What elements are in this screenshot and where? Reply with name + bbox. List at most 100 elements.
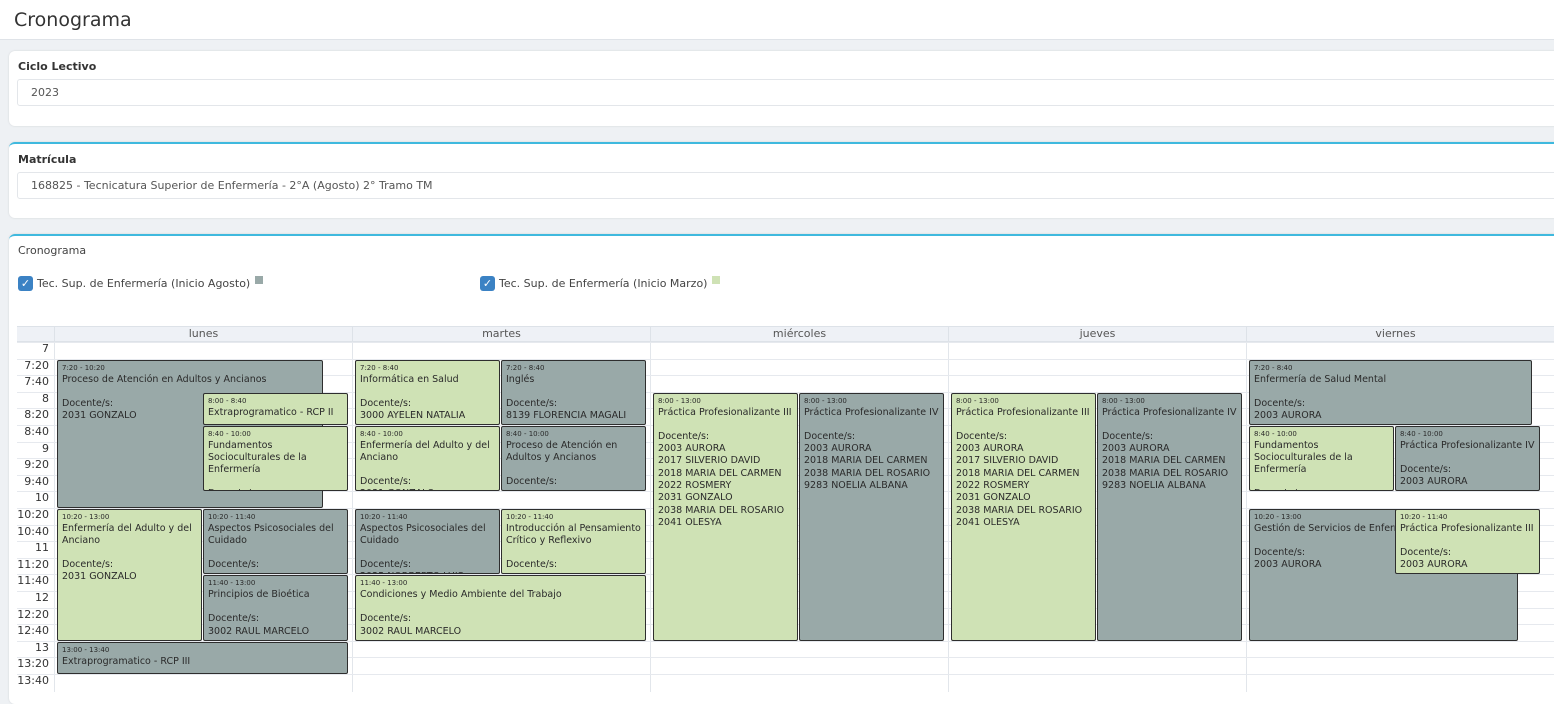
calendar-event[interactable]: 7:20 - 8:40 Informática en Salud Docente/s… [355,359,500,425]
event-time: 8:00 - 13:00 [1102,396,1145,405]
calendar-event[interactable]: 13:00 - 13:40 Extraprogramatico - RCP III… [57,641,348,674]
event-docentes-label: Docente/s: [1102,430,1154,442]
event-title: Aspectos Psicosociales del Cuidado [360,523,486,546]
calendar-event[interactable]: 10:20 - 13:00 Enfermería del Adulto y del… [57,509,202,641]
time-grid-line [17,674,1554,675]
time-label: 13:40 [17,674,49,687]
time-label: 10 [35,491,49,505]
event-docente: 2022 ROSMERY [658,479,732,491]
weekly-calendar: lunes martes miércoles jueves viernes 7 7:20 7… [17,326,1554,692]
calendar-event[interactable]: 10:20 - 11:40 Aspectos Psicosociales del … [355,509,500,575]
event-time: 8:00 - 8:40 [208,396,247,405]
event-title: Práctica Profesionalizante IV [1102,406,1237,418]
event-docente: 2038 MARIA DEL ROSARIO [658,504,785,516]
calendar-event[interactable]: 8:00 - 13:00 Práctica Profesionalizante I… [799,392,944,641]
event-time: 11:40 - 13:00 [208,579,256,588]
day-column-divider [1246,342,1247,692]
event-time: 10:20 - 11:40 [360,513,408,521]
time-column: 7 7:20 7:40 8 8:20 8:40 9 9:20 9:40 10 10:20 10:40 1… [17,342,53,692]
event-title: Extraprogramatico - RCP III [62,655,191,667]
event-title: Principios de Bioética [208,589,310,601]
time-label: 10:40 [17,524,49,538]
event-docente: 2025 NORBERTO LUIS [360,571,495,573]
event-docente: 2038 MARIA DEL ROSARIO [804,467,931,479]
checkbox-agosto-icon[interactable]: ✓ [18,275,33,291]
time-label: 12:40 [17,624,49,638]
event-docente: 8139 FLORENCIA MAGALI [506,409,627,421]
time-label: 7:20 [24,358,49,372]
event-docente: 3000 AYELEN NATALIA [360,409,466,421]
event-docentes-label: Docente/s: [360,559,412,570]
page-title: Cronograma [14,9,132,31]
event-docente: 2031 GONZALO [658,492,733,504]
event-docente: 2018 MARIA DEL CARMEN [658,467,782,479]
event-docente: 2038 MARIA DEL ROSARIO [956,504,1083,516]
time-label: 12:20 [17,607,49,621]
legend-marzo-label: Tec. Sup. de Enfermería (Inicio Marzo) [499,276,708,290]
event-title: Extraprogramatico - RCP II [208,406,334,418]
day-header-2: miércoles [650,327,948,342]
event-docentes-label: Docente/s: [360,476,412,487]
calendar-event[interactable]: 7:20 - 8:40 Enfermería de Salud Mental Doc… [1249,359,1533,425]
time-label: 9:40 [24,474,49,488]
calendar-event[interactable]: 8:40 - 10:00 Proceso de Atención en Adult… [501,426,646,492]
ciclo-lectivo-card: Ciclo Lectivo 2023 [9,51,1554,126]
calendar-event[interactable]: 10:20 - 11:40 Introducción al Pensamiento… [501,509,646,575]
calendar-event[interactable]: 8:00 - 8:40Extraprogramatico - RCP IIDoc… [203,392,348,425]
checkbox-marzo-icon[interactable]: ✓ [480,275,495,291]
calendar-event[interactable]: 8:40 - 10:00 Práctica Profesionalizante I… [1395,426,1540,492]
event-docente: 2003 AURORA [658,443,726,455]
time-label: 11:20 [17,557,49,571]
day-column-divider [54,342,55,692]
event-title: Práctica Profesionalizante IV [1400,440,1535,451]
calendar-header: lunes martes miércoles jueves viernes [17,326,1554,342]
event-docentes-label: Docente/s: [360,613,412,625]
event-docente: 2003 AURORA [1102,443,1170,455]
calendar-event[interactable]: 8:00 - 13:00 Práctica Profesionalizante I… [951,392,1096,641]
calendar-event[interactable]: 8:00 - 13:00 Práctica Profesionalizante I… [1097,392,1242,641]
legend-marzo-swatch [712,276,721,284]
event-title: Enfermería del Adulto y del Anciano [360,440,490,463]
calendar-event[interactable]: 8:40 - 10:00 Fundamentos Socioculturales … [1249,426,1394,492]
legend-marzo[interactable]: ✓ Tec. Sup. de Enfermería (Inicio Marzo) [480,275,721,291]
time-label: 8:20 [24,408,49,422]
legend-agosto-label: Tec. Sup. de Enfermería (Inicio Agosto) [37,276,251,290]
time-grid-line [17,342,1554,343]
ciclo-lectivo-select[interactable]: 2023 [17,79,1554,106]
event-time: 8:40 - 10:00 [208,430,251,438]
time-label: 8 [42,391,49,405]
event-time: 8:40 - 10:00 [1400,430,1443,438]
legend-agosto-swatch [255,276,264,284]
event-title: Enfermería del Adulto y del Anciano [62,523,192,546]
event-time: 8:40 - 10:00 [1254,430,1297,438]
event-docente: 2003 AURORA [804,443,872,455]
matricula-card: Matrícula 168825 - Tecnicatura Superior … [9,142,1554,218]
calendar-event[interactable]: 8:40 - 10:00 Fundamentos Socioculturales … [203,426,348,492]
day-header-0: lunes [54,327,352,342]
matricula-select[interactable]: 168825 - Tecnicatura Superior de Enferme… [17,172,1554,199]
event-docente: 2018 MARIA DEL CARMEN [1102,455,1226,467]
calendar-event[interactable]: 10:20 - 11:40 Práctica Profesionalizante … [1395,509,1540,575]
legend-agosto[interactable]: ✓ Tec. Sup. de Enfermería (Inicio Agosto… [18,275,264,291]
calendar-event[interactable]: 8:40 - 10:00 Enfermería del Adulto y del … [355,426,500,492]
calendar-event[interactable]: 11:40 - 13:00 Condiciones y Medio Ambient… [355,575,646,641]
time-label: 8:40 [24,425,49,438]
calendar-event[interactable]: 7:20 - 8:40 Inglés Docente/s: 8139 FLORENCI… [501,359,646,425]
event-time: 8:00 - 13:00 [804,396,847,405]
event-time: 10:20 - 11:40 [506,513,554,521]
event-docente: 3002 RAUL MARCELO [208,625,310,637]
event-docente: 2003 AURORA [1400,559,1468,571]
event-docentes-label: Docente/s: [62,559,114,570]
event-docentes-label: Docente/s: [1254,488,1389,490]
event-time: 8:00 - 13:00 [956,396,999,405]
calendar-event[interactable]: 10:20 - 11:40 Aspectos Psicosociales del … [203,509,348,575]
day-header-3: jueves [948,327,1246,342]
event-time: 8:00 - 13:00 [658,396,701,405]
event-docente: 2031 GONZALO [360,488,495,490]
calendar-event[interactable]: 11:40 - 13:00 Principios de Bioética Docen… [203,575,348,641]
matricula-label: Matrícula [18,153,77,166]
event-docentes-label: Docente/s: [360,397,412,409]
event-title: Fundamentos Socioculturales de la Enferm… [1254,440,1353,475]
event-title: Condiciones y Medio Ambiente del Trabajo [360,589,562,601]
calendar-event[interactable]: 8:00 - 13:00 Práctica Profesionalizante I… [653,392,798,641]
